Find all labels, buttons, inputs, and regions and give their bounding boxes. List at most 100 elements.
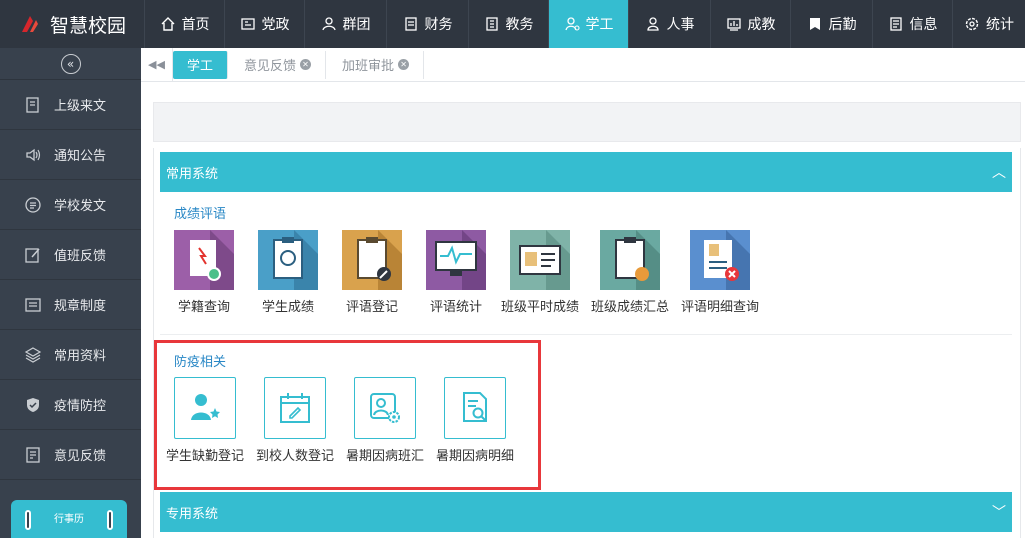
clipboard-icon — [404, 17, 417, 31]
tab-label: 意见反馈 — [244, 59, 297, 74]
close-icon[interactable]: ✕ — [300, 59, 312, 70]
sidebar-item-label: 疫情防控 — [54, 399, 107, 414]
highlight-box — [154, 340, 541, 490]
tab-overtime-approval[interactable]: 加班审批 ✕ — [328, 50, 425, 79]
section-title: 专用系统 — [166, 506, 219, 522]
app-label: 评语明细查询 — [680, 300, 759, 315]
list-icon — [25, 297, 41, 312]
nav-hr[interactable]: 人事 — [628, 0, 710, 48]
nav-finance[interactable]: 财务 — [386, 0, 468, 48]
sidebar-item-epidemic-control[interactable]: 疫情防控 — [0, 380, 141, 430]
section-header-special[interactable]: 专用系统 ﹀ — [160, 492, 1012, 532]
sidebar-item-label: 意见反馈 — [54, 449, 107, 464]
nav-group[interactable]: 群团 — [304, 0, 386, 48]
calendar-ring — [25, 510, 31, 530]
sidebar: « 上级来文 通知公告 学校发文 值班反馈 规章制度 常用资料 疫情防控 意见反… — [0, 48, 141, 538]
clipboard-pen-icon — [342, 230, 402, 290]
tab-student-affairs[interactable]: 学工 — [173, 50, 229, 79]
nav-party[interactable]: 党政 — [224, 0, 304, 48]
gear-icon — [965, 17, 979, 31]
app-logo[interactable]: 智慧校园 — [0, 0, 144, 48]
speaker-icon — [26, 148, 41, 161]
section-title: 常用系统 — [166, 166, 219, 182]
app-label: 班级成绩汇总 — [590, 300, 669, 315]
nav-label: 后勤 — [828, 17, 857, 33]
shield-icon — [27, 397, 39, 412]
id-card-icon — [510, 230, 570, 290]
app-label: 学籍查询 — [177, 300, 230, 315]
student-icon — [564, 17, 580, 31]
home-icon — [161, 17, 174, 31]
sidebar-item-label: 上级来文 — [54, 99, 107, 114]
nav-info[interactable]: 信息 — [872, 0, 952, 48]
nav-logistics[interactable]: 后勤 — [790, 0, 872, 48]
group-divider — [160, 334, 1012, 335]
calendar-widget[interactable]: 行事历 — [11, 500, 127, 538]
main-nav: 首页 党政 群团 财务 教务 学工 人事 成教 后勤 信息 统计 — [144, 0, 1025, 48]
nav-label: 学工 — [585, 17, 614, 33]
app-student-grades[interactable]: 学生成绩 — [247, 230, 329, 315]
section-header-common[interactable]: 常用系统 ︿ — [160, 152, 1012, 192]
app-label: 学生成绩 — [261, 300, 314, 315]
double-chevron-left-icon: « — [60, 53, 81, 74]
group-title-grades: 成绩评语 — [174, 207, 227, 222]
building-icon — [485, 17, 498, 31]
nav-label: 人事 — [666, 17, 695, 33]
monitor-pulse-icon — [426, 230, 486, 290]
nav-label: 统计 — [986, 17, 1014, 33]
nav-label: 财务 — [424, 17, 453, 33]
nav-statistics[interactable]: 统计 — [952, 0, 1025, 48]
badge-icon — [240, 18, 255, 30]
person-icon — [646, 17, 659, 31]
sidebar-item-label: 通知公告 — [54, 149, 107, 164]
bookmark-icon — [809, 18, 820, 30]
nav-label: 成教 — [747, 17, 776, 33]
nav-label: 教务 — [505, 17, 534, 33]
app-label: 评语统计 — [429, 300, 482, 315]
nav-label: 信息 — [909, 17, 938, 33]
clipboard-user-icon — [600, 230, 660, 290]
sidebar-item-duty-feedback[interactable]: 值班反馈 — [0, 230, 141, 280]
calendar-label: 行事历 — [54, 514, 84, 525]
sidebar-item-superior-docs[interactable]: 上级来文 — [0, 80, 141, 130]
app-class-grades-summary[interactable]: 班级成绩汇总 — [589, 230, 671, 315]
close-icon[interactable]: ✕ — [398, 59, 410, 70]
sidebar-item-label: 值班反馈 — [54, 249, 107, 264]
sidebar-item-regulations[interactable]: 规章制度 — [0, 280, 141, 330]
layers-icon — [24, 346, 42, 363]
sidebar-collapse-button[interactable]: « — [0, 48, 141, 80]
app-label: 班级平时成绩 — [500, 300, 579, 315]
sidebar-item-label: 规章制度 — [54, 299, 107, 314]
app-title: 智慧校园 — [50, 14, 127, 37]
calendar-ring — [107, 510, 113, 530]
tab-label: 学工 — [187, 59, 214, 74]
sidebar-item-school-docs[interactable]: 学校发文 — [0, 180, 141, 230]
app-comment-detail-query[interactable]: 评语明细查询 — [679, 230, 761, 315]
sidebar-item-notices[interactable]: 通知公告 — [0, 130, 141, 180]
banner-area — [153, 102, 1021, 142]
app-comment-entry[interactable]: 评语登记 — [331, 230, 413, 315]
chevron-up-icon[interactable]: ︿ — [992, 162, 1006, 182]
app-comment-statistics[interactable]: 评语统计 — [415, 230, 497, 315]
nav-academic[interactable]: 教务 — [468, 0, 548, 48]
tabs-scroll-left-button[interactable]: ◀◀ — [141, 47, 173, 82]
chart-icon — [726, 18, 741, 31]
feedback-icon — [26, 446, 40, 463]
nav-adult-edu[interactable]: 成教 — [710, 0, 790, 48]
nav-label: 党政 — [261, 17, 290, 33]
sidebar-item-label: 常用资料 — [54, 349, 107, 364]
document-flag-icon — [26, 96, 39, 113]
app-class-regular-grades[interactable]: 班级平时成绩 — [499, 230, 581, 315]
edit-icon — [25, 247, 40, 263]
app-student-record-query[interactable]: 学籍查询 — [163, 230, 245, 315]
chevron-down-icon[interactable]: ﹀ — [992, 502, 1006, 522]
sidebar-item-label: 学校发文 — [54, 199, 107, 214]
list-circle-icon — [25, 196, 41, 213]
nav-home[interactable]: 首页 — [144, 0, 224, 48]
info-icon — [889, 17, 902, 31]
tab-feedback[interactable]: 意见反馈 ✕ — [230, 50, 327, 79]
sidebar-item-common-files[interactable]: 常用资料 — [0, 330, 141, 380]
document-search-icon — [174, 230, 234, 290]
sidebar-item-suggestions[interactable]: 意见反馈 — [0, 430, 141, 480]
nav-student-affairs[interactable]: 学工 — [548, 0, 628, 48]
